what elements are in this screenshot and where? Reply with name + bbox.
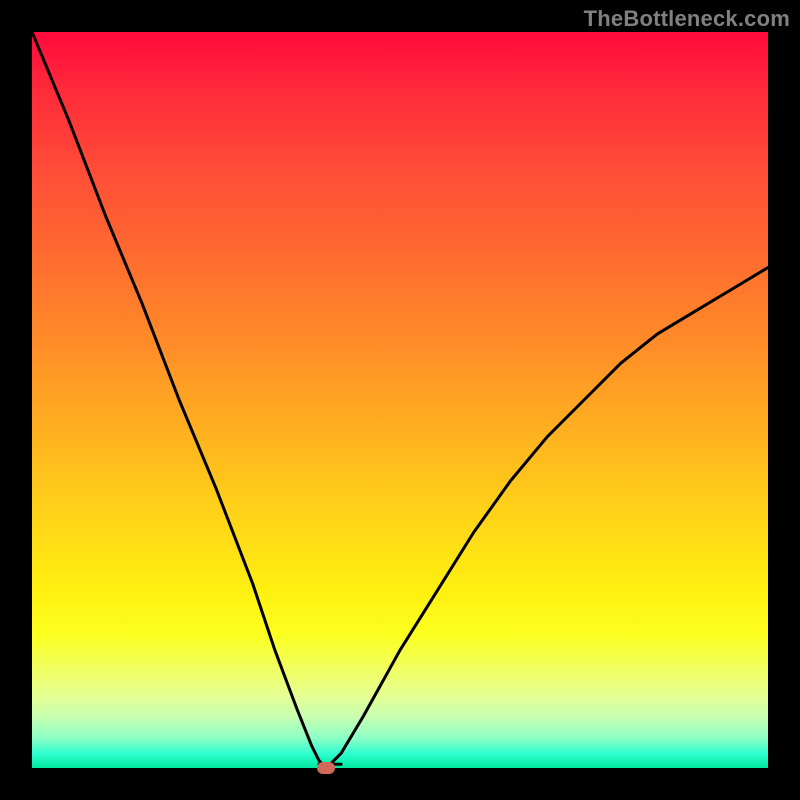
chart-frame: TheBottleneck.com <box>0 0 800 800</box>
bottleneck-curve <box>32 32 768 768</box>
optimum-dot <box>317 762 335 774</box>
watermark-label: TheBottleneck.com <box>584 6 790 32</box>
plot-area <box>32 32 768 768</box>
